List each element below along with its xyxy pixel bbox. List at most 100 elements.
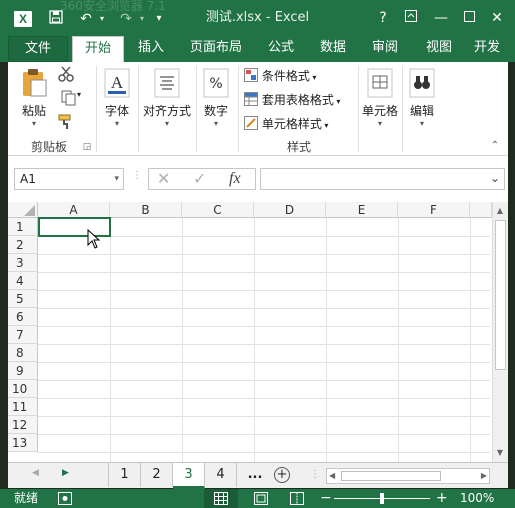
- horizontal-scroll-thumb[interactable]: [341, 471, 441, 481]
- gridline: [38, 380, 490, 381]
- row-header[interactable]: 9: [8, 362, 38, 380]
- column-header-g[interactable]: [470, 202, 492, 218]
- tab-data[interactable]: 数据: [312, 36, 354, 62]
- sheet-tab-2[interactable]: 2: [141, 463, 173, 487]
- paste-button[interactable]: 粘贴 ▾: [16, 68, 52, 129]
- close-button[interactable]: ✕: [486, 8, 508, 28]
- cells-dropdown-icon: ▾: [377, 119, 382, 128]
- column-header-a[interactable]: A: [38, 202, 110, 218]
- row-header[interactable]: 8: [8, 344, 38, 362]
- maximize-button[interactable]: [458, 8, 480, 28]
- normal-view-button[interactable]: [204, 489, 238, 508]
- collapse-ribbon-icon[interactable]: ⌃: [488, 140, 502, 151]
- gridline: [38, 452, 490, 453]
- tab-page-layout[interactable]: 页面布局: [184, 36, 248, 62]
- horizontal-scrollbar[interactable]: ◀ ▶: [326, 468, 490, 484]
- styles-group-label: 样式: [286, 140, 311, 154]
- tab-formulas[interactable]: 公式: [260, 36, 302, 62]
- expand-formula-icon[interactable]: ⌄: [490, 171, 500, 185]
- zoom-slider-handle[interactable]: [380, 493, 384, 504]
- column-header-e[interactable]: E: [326, 202, 398, 218]
- column-header-f[interactable]: F: [398, 202, 470, 218]
- font-label: 字体: [104, 104, 129, 118]
- editing-label: 编辑: [409, 104, 434, 118]
- scroll-left-icon[interactable]: ◀: [329, 469, 335, 483]
- select-all-button[interactable]: [8, 202, 38, 218]
- conditional-format-label: 条件格式: [261, 69, 310, 83]
- format-as-table-button[interactable]: 套用表格格式 ▾: [244, 90, 356, 110]
- tab-developer[interactable]: 开发: [474, 36, 514, 62]
- format-painter-icon[interactable]: [56, 114, 76, 133]
- cells-button[interactable]: 单元格 ▾: [360, 68, 400, 129]
- ribbon-separator: [96, 66, 97, 152]
- tab-insert[interactable]: 插入: [128, 36, 174, 62]
- zoom-out-button[interactable]: −: [320, 489, 332, 508]
- row-header[interactable]: 7: [8, 326, 38, 344]
- formula-input[interactable]: ⌄: [260, 168, 505, 190]
- formula-buttons: ✕ ✓ fx: [148, 168, 256, 190]
- scroll-right-icon[interactable]: ▶: [481, 469, 487, 483]
- tab-file[interactable]: 文件: [8, 36, 68, 62]
- cancel-icon[interactable]: ✕: [157, 169, 170, 189]
- macro-record-icon[interactable]: [58, 492, 72, 508]
- alignment-button[interactable]: 对齐方式 ▾: [140, 68, 194, 129]
- row-header[interactable]: 2: [8, 236, 38, 254]
- row-header[interactable]: 10: [8, 380, 38, 398]
- insert-function-icon[interactable]: fx: [229, 169, 241, 189]
- column-header-d[interactable]: D: [254, 202, 326, 218]
- number-button[interactable]: % 数字 ▾: [198, 68, 234, 129]
- cell-styles-button[interactable]: 单元格样式 ▾: [244, 114, 356, 134]
- ribbon-display-options-icon[interactable]: [400, 8, 422, 28]
- more-sheets-button[interactable]: ...: [241, 463, 269, 487]
- minimize-button[interactable]: —: [430, 8, 452, 28]
- paste-dropdown-icon[interactable]: ▾: [16, 119, 52, 129]
- new-sheet-icon[interactable]: +: [274, 467, 290, 483]
- tab-home[interactable]: 开始: [72, 36, 124, 62]
- column-header-b[interactable]: B: [110, 202, 182, 218]
- name-box-dropdown-icon[interactable]: ▾: [114, 169, 119, 189]
- row-header[interactable]: 12: [8, 416, 38, 434]
- zoom-in-button[interactable]: +: [436, 489, 448, 508]
- sheet-scroll-right-icon[interactable]: ▶: [62, 468, 69, 478]
- worksheet-grid[interactable]: A B C D E F 1 2 3 4 5 6 7 8 9 10 11 12 1…: [8, 200, 508, 462]
- status-ready: 就绪: [14, 491, 39, 505]
- row-header[interactable]: 13: [8, 434, 38, 452]
- vertical-scroll-thumb[interactable]: [495, 220, 506, 370]
- gridline: [38, 272, 490, 273]
- row-header[interactable]: 4: [8, 272, 38, 290]
- column-header-c[interactable]: C: [182, 202, 254, 218]
- sheet-tab-4[interactable]: 4: [205, 463, 237, 487]
- help-button[interactable]: ?: [372, 8, 394, 28]
- tab-view[interactable]: 视图: [418, 36, 460, 62]
- copy-icon[interactable]: ▾: [56, 90, 86, 109]
- name-box[interactable]: A1 ▾: [14, 168, 124, 190]
- sheet-tab-3[interactable]: 3: [173, 463, 205, 489]
- row-header[interactable]: 5: [8, 290, 38, 308]
- cells-label: 单元格: [361, 104, 398, 118]
- cut-icon[interactable]: [56, 66, 76, 85]
- scroll-down-icon[interactable]: ▼: [495, 448, 505, 457]
- row-header[interactable]: 1: [8, 218, 38, 236]
- tab-review[interactable]: 审阅: [364, 36, 406, 62]
- sheet-scroll-left-icon[interactable]: ◀: [32, 468, 39, 478]
- conditional-format-button[interactable]: 条件格式 ▾: [244, 66, 356, 86]
- editing-button[interactable]: 编辑 ▾: [404, 68, 440, 129]
- clipboard-launcher-icon[interactable]: ◲: [82, 142, 92, 152]
- paste-label: 粘贴: [21, 104, 46, 118]
- row-header[interactable]: 11: [8, 398, 38, 416]
- name-box-value: A1: [20, 172, 36, 186]
- scroll-up-icon[interactable]: ▲: [495, 206, 505, 215]
- row-header[interactable]: 3: [8, 254, 38, 272]
- splitter-grip-icon[interactable]: ⋮: [310, 469, 320, 480]
- sheet-tab-1[interactable]: 1: [109, 463, 141, 487]
- row-header[interactable]: 6: [8, 308, 38, 326]
- font-button[interactable]: A 字体 ▾: [100, 68, 134, 129]
- zoom-level[interactable]: 100%: [460, 489, 494, 508]
- vertical-scrollbar[interactable]: ▲ ▼: [492, 202, 508, 462]
- page-break-view-button[interactable]: [290, 492, 304, 508]
- gridline: [38, 326, 490, 327]
- page-layout-view-button[interactable]: [254, 492, 268, 508]
- gridline: [38, 254, 490, 255]
- ribbon-separator: [138, 66, 139, 152]
- enter-icon[interactable]: ✓: [193, 169, 206, 189]
